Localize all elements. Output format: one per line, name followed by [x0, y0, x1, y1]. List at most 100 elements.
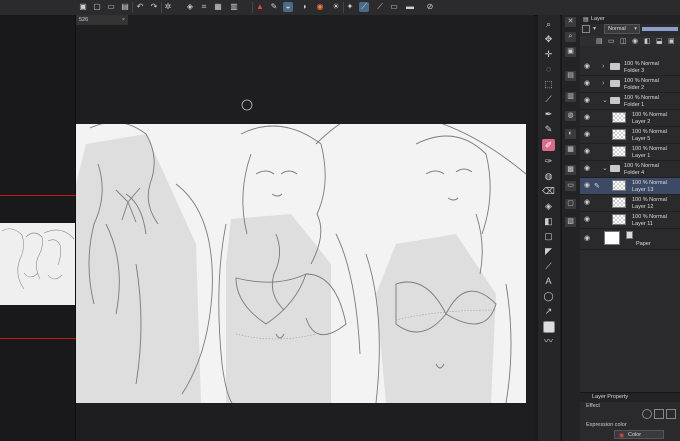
fill-tool-icon[interactable]: ◈ — [542, 200, 555, 212]
layer-row-layer-13[interactable]: ◉ ✎ 100 % Normal Layer 13 — [580, 178, 680, 195]
delete-layer-icon[interactable]: ▣ — [668, 37, 675, 45]
expand-arrow-icon[interactable]: › — [602, 80, 604, 87]
water-icon[interactable]: ◑ — [299, 2, 309, 12]
history-icon[interactable]: ▭ — [565, 181, 576, 191]
new-canvas-icon[interactable]: ▣ — [78, 2, 88, 12]
navigator-panel-icon[interactable]: ▣ — [565, 47, 576, 57]
color-wheel-icon[interactable]: ◐ — [565, 129, 576, 139]
eyedropper-icon[interactable]: ⟋ — [542, 93, 555, 105]
reference-icon[interactable]: ⊘ — [425, 2, 435, 12]
selection-clear-icon[interactable]: ✲ — [163, 2, 173, 12]
layer-row-folder-1[interactable]: ◉ ⌄ 100 % Normal Folder 1 — [580, 93, 680, 110]
pen-icon[interactable]: ✎ — [269, 2, 279, 12]
text-icon[interactable]: A — [542, 275, 555, 287]
expression-color-select[interactable]: ◉ Color — [614, 430, 664, 439]
visibility-eye-icon[interactable]: ◉ — [584, 235, 592, 243]
new-layer-icon[interactable]: ▤ — [596, 37, 603, 45]
visibility-eye-icon[interactable]: ◉ — [584, 97, 592, 105]
material-icon[interactable]: ▢ — [565, 199, 576, 209]
visibility-eye-icon[interactable]: ◉ — [584, 63, 592, 71]
ruler-icon[interactable]: ⟋ — [359, 2, 369, 12]
select-icon[interactable]: ⬚ — [542, 78, 555, 90]
layer-property-tab[interactable]: Layer Property — [592, 394, 628, 400]
effect-color-icon[interactable] — [666, 409, 676, 419]
layer-row-paper[interactable]: ◉ Paper — [580, 229, 680, 250]
new-folder-icon[interactable]: ▭ — [608, 37, 615, 45]
blend-mode-select[interactable]: Normal ▾ — [604, 24, 640, 34]
gradient-icon[interactable]: ◧ — [542, 215, 555, 227]
sparkle-icon[interactable]: ✦ — [345, 2, 355, 12]
layer-property-panel-icon[interactable]: ▧ — [565, 217, 576, 227]
merge-icon[interactable]: ⬓ — [656, 37, 663, 45]
brush-size-icon[interactable]: ◍ — [565, 111, 576, 121]
effect-icon[interactable]: ☀ — [331, 2, 341, 12]
correction-icon[interactable]: ↗ — [542, 305, 555, 317]
frame-icon[interactable]: ◤ — [542, 245, 555, 257]
layer-row-folder-3[interactable]: ◉ › 100 % Normal Folder 3 — [580, 59, 680, 76]
figure-icon[interactable]: ▢ — [542, 230, 555, 242]
mask-icon[interactable]: ◧ — [644, 37, 651, 45]
view-icon[interactable]: ▬ — [405, 2, 415, 12]
zoom-icon[interactable]: ⌕ — [542, 18, 555, 30]
grid-icon[interactable]: ▥ — [229, 2, 239, 12]
tool-property-icon[interactable]: ▥ — [565, 92, 576, 102]
layer-row-folder-4[interactable]: ◉ ⌄ 100 % Normal Folder 4 — [580, 161, 680, 178]
blend-icon[interactable]: ◒ — [283, 2, 293, 12]
layer-row-layer-12[interactable]: ◉ 100 % Normal Layer 12 — [580, 195, 680, 212]
layer-search-icon[interactable]: ⌕ — [565, 32, 576, 42]
visibility-eye-icon[interactable]: ◉ — [584, 216, 592, 224]
redo-icon[interactable]: ↷ — [149, 2, 159, 12]
lock-transparent-icon[interactable] — [582, 25, 590, 33]
open-folder-icon[interactable]: ▭ — [106, 2, 116, 12]
ruler-tool-icon[interactable]: ⟋ — [542, 260, 555, 272]
brush-icon[interactable]: ✐ — [542, 139, 555, 151]
color-slider-icon[interactable]: ▦ — [565, 145, 576, 155]
effect-border-icon[interactable] — [642, 409, 652, 419]
visibility-eye-icon[interactable]: ◉ — [584, 182, 592, 190]
brush-color-icon[interactable]: ▲ — [255, 2, 265, 12]
visibility-eye-icon[interactable]: ◉ — [584, 131, 592, 139]
transparent-color-icon[interactable]: 〰 — [542, 335, 555, 347]
canvas-artwork[interactable] — [76, 124, 526, 403]
effect-tone-icon[interactable] — [654, 409, 664, 419]
visibility-eye-icon[interactable]: ◉ — [584, 80, 592, 88]
crop-icon[interactable]: ⌗ — [199, 2, 209, 12]
layer-row-layer-11[interactable]: ◉ 100 % Normal Layer 11 — [580, 212, 680, 229]
snap-icon[interactable]: ⟋ — [375, 2, 385, 12]
visibility-eye-icon[interactable]: ◉ — [584, 165, 592, 173]
document-tab[interactable]: 526 × — [76, 15, 128, 25]
color-set-icon[interactable]: ▩ — [565, 165, 576, 175]
move-icon[interactable]: ✛ — [542, 48, 555, 60]
visibility-eye-icon[interactable]: ◉ — [584, 114, 592, 122]
close-icon[interactable]: × — [122, 15, 125, 25]
visibility-eye-icon[interactable]: ◉ — [584, 148, 592, 156]
dropdown-arrow-icon[interactable]: ▾ — [593, 25, 603, 33]
eraser-icon[interactable]: ⌫ — [542, 185, 555, 197]
airbrush-icon[interactable]: ✑ — [542, 155, 555, 167]
visibility-eye-icon[interactable]: ◉ — [584, 199, 592, 207]
expand-arrow-icon[interactable]: › — [602, 63, 604, 70]
new-file-icon[interactable]: ▢ — [92, 2, 102, 12]
pen-tool-icon[interactable]: ✒ — [542, 108, 555, 120]
collapse-arrow-icon[interactable]: ⌄ — [602, 97, 608, 104]
layer-row-folder-2[interactable]: ◉ › 100 % Normal Folder 2 — [580, 76, 680, 93]
fill-icon[interactable]: ▦ — [213, 2, 223, 12]
pencil-icon[interactable]: ✎ — [542, 123, 555, 135]
sub-tool-icon[interactable]: ▤ — [565, 71, 576, 81]
reference-layer-icon[interactable]: ◉ — [632, 37, 638, 45]
lasso-icon[interactable]: ◌ — [542, 63, 555, 75]
blend-tool-icon[interactable]: ◍ — [542, 170, 555, 182]
panel-close-icon[interactable]: ✕ — [565, 17, 576, 27]
undo-icon[interactable]: ↶ — [135, 2, 145, 12]
layer-tab-label[interactable]: Layer — [591, 16, 605, 22]
collapse-arrow-icon[interactable]: ⌄ — [602, 165, 608, 172]
layer-row-layer-1[interactable]: ◉ 100 % Normal Layer 1 — [580, 144, 680, 161]
balloon-icon[interactable]: ◯ — [542, 290, 555, 302]
opacity-slider[interactable] — [642, 27, 678, 31]
hand-icon[interactable]: ✥ — [542, 33, 555, 45]
transform-icon[interactable]: ◈ — [185, 2, 195, 12]
navigator-preview[interactable] — [0, 223, 75, 305]
color-swap-icon[interactable]: ◉ — [315, 2, 325, 12]
clip-icon[interactable]: ◫ — [620, 37, 627, 45]
layer-mask-icon[interactable]: ▭ — [389, 2, 399, 12]
